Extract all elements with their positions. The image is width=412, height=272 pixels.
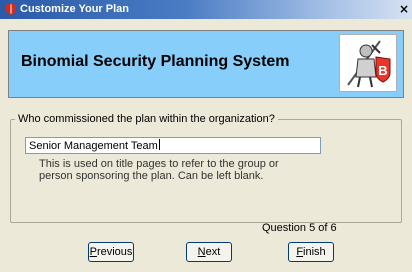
question-prompt: Who commissioned the plan within the org… (15, 113, 278, 125)
question-counter: Question 5 of 6 (262, 222, 337, 234)
finish-label: inish (303, 246, 326, 258)
next-mnemonic: N (197, 246, 206, 258)
shield-icon (6, 3, 16, 15)
commissioned-by-input[interactable]: Senior Management Team (25, 137, 321, 154)
knight-logo-icon: B (347, 40, 391, 88)
app-title: Binomial Security Planning System (21, 53, 290, 70)
finish-button[interactable]: Finish (288, 242, 334, 262)
input-value: Senior Management Team (29, 140, 158, 152)
help-text: This is used on title pages to refer to … (39, 158, 279, 182)
close-button[interactable]: × (398, 2, 410, 16)
window-title: Customize Your Plan (20, 3, 130, 15)
knight-logo: B (339, 34, 397, 92)
next-button[interactable]: Next (186, 242, 232, 262)
logo-letter: B (378, 63, 387, 78)
text-caret (158, 139, 160, 150)
header-banner: Binomial Security Planning System B (8, 30, 404, 98)
next-label: ext (205, 246, 221, 258)
previous-label: revious (96, 246, 133, 258)
previous-button[interactable]: Previous (88, 242, 134, 262)
question-group: Who commissioned the plan within the org… (10, 113, 402, 223)
previous-mnemonic: P (89, 246, 97, 258)
title-bar[interactable]: Customize Your Plan × (0, 0, 412, 19)
customize-plan-dialog: Customize Your Plan × Binomial Security … (0, 0, 412, 272)
